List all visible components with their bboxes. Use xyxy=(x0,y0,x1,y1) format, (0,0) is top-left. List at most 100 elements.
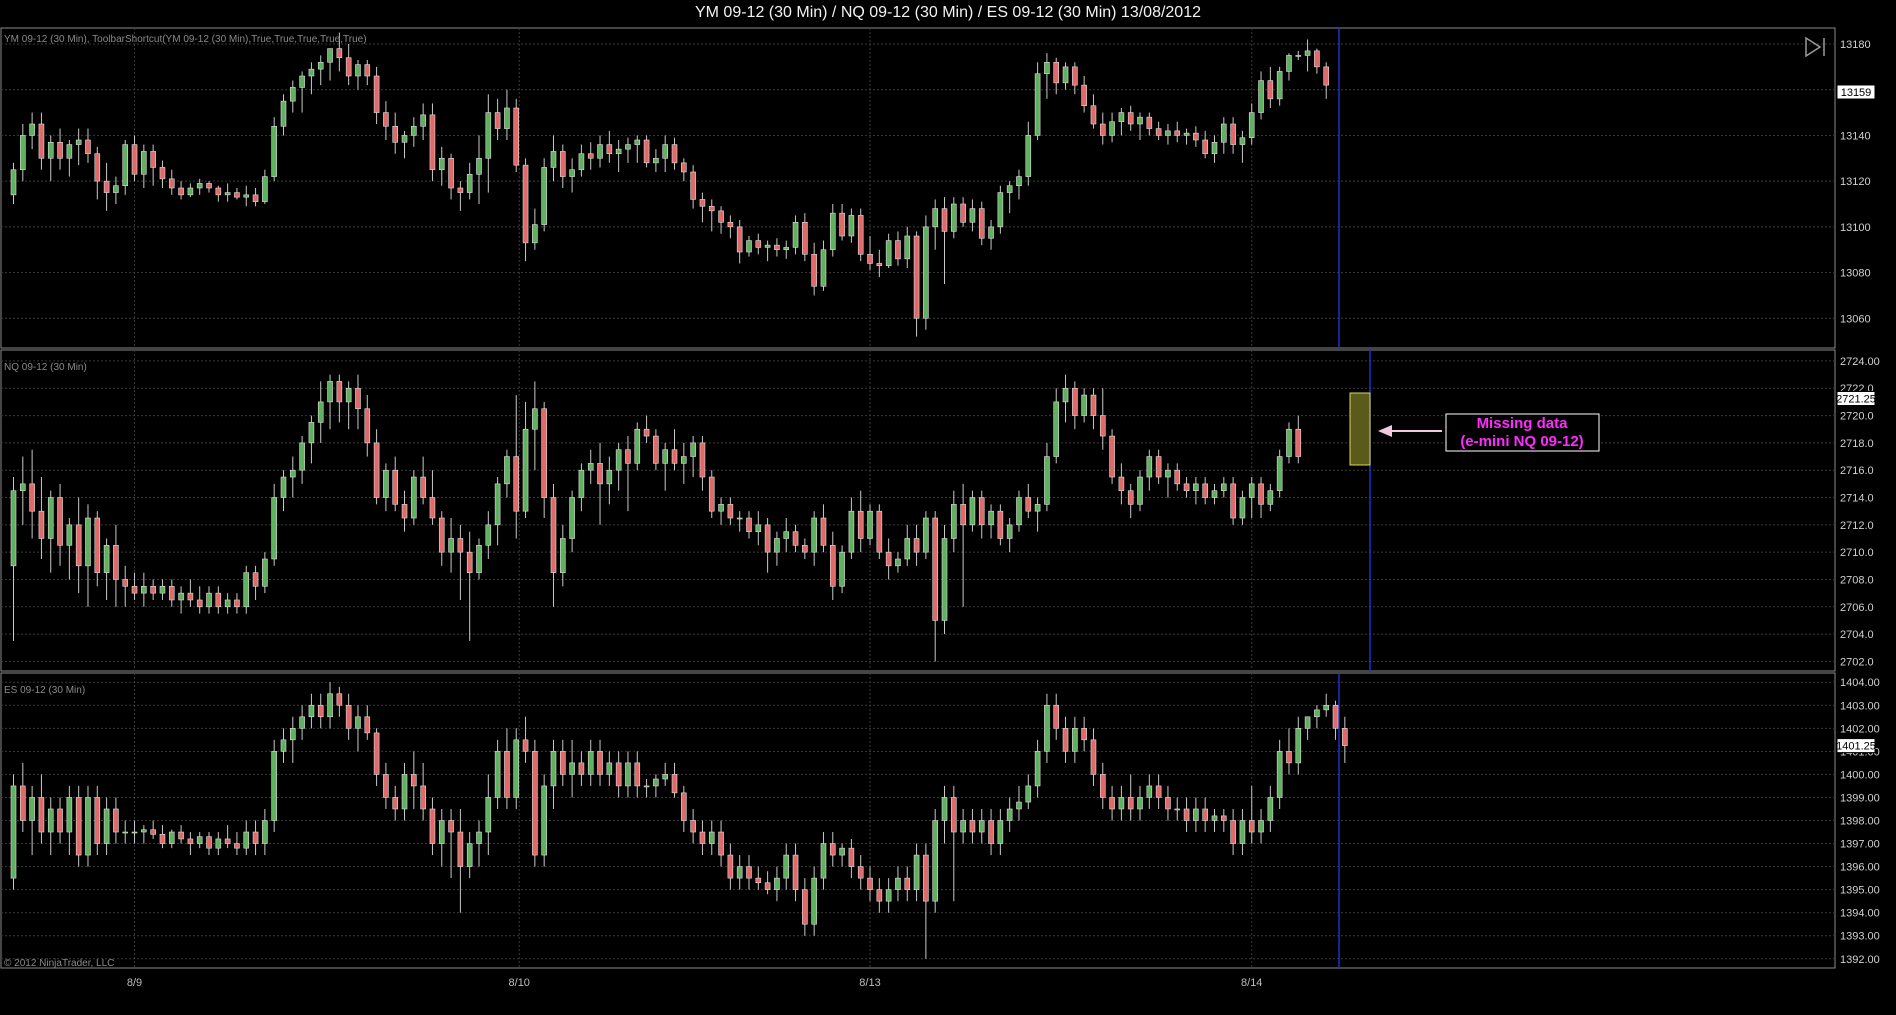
candle-1-111 xyxy=(1044,456,1050,505)
candle-0-79 xyxy=(746,240,752,253)
candle-2-16 xyxy=(159,834,166,844)
candle-1-16 xyxy=(159,586,166,594)
candle-0-5 xyxy=(57,141,63,159)
candle-0-126 xyxy=(1183,132,1190,136)
candle-2-84 xyxy=(792,854,799,890)
candle-0-39 xyxy=(373,75,380,113)
candle-0-136 xyxy=(1276,71,1283,100)
candle-2-4 xyxy=(47,808,54,833)
candle-1-87 xyxy=(820,517,827,546)
candle-1-32 xyxy=(308,422,315,444)
candle-0-44 xyxy=(420,114,426,127)
candle-0-23 xyxy=(224,192,231,196)
candle-2-39 xyxy=(373,732,380,775)
candle-1-116 xyxy=(1090,394,1097,416)
candle-2-103 xyxy=(969,820,976,833)
candle-0-56 xyxy=(532,224,538,244)
candle-0-134 xyxy=(1258,80,1264,113)
candle-1-76 xyxy=(718,504,724,512)
y-tick-label-2-2: 1394.00 xyxy=(1840,908,1880,920)
candle-2-127 xyxy=(1193,808,1199,821)
candle-1-61 xyxy=(578,469,585,498)
candle-1-109 xyxy=(1025,497,1032,512)
candle-1-130 xyxy=(1221,483,1227,491)
candle-1-95 xyxy=(895,558,901,567)
candle-2-79 xyxy=(746,866,752,879)
candle-0-97 xyxy=(913,235,920,319)
candle-2-21 xyxy=(206,836,212,849)
candle-0-25 xyxy=(243,194,250,198)
y-tick-label-1-11: 2724.00 xyxy=(1840,356,1880,368)
candle-1-6 xyxy=(66,524,73,546)
candle-0-15 xyxy=(150,151,156,168)
y-tick-label-2-3: 1395.00 xyxy=(1840,885,1880,897)
candle-0-138 xyxy=(1295,55,1302,57)
candle-1-63 xyxy=(597,463,603,485)
scroll-to-end-icon[interactable] xyxy=(1805,36,1825,58)
candle-1-26 xyxy=(252,572,259,587)
candle-2-82 xyxy=(774,877,780,890)
candle-0-30 xyxy=(289,87,296,102)
candle-0-119 xyxy=(1118,112,1125,123)
candle-1-13 xyxy=(131,586,138,594)
candle-1-72 xyxy=(681,456,687,464)
candle-0-14 xyxy=(141,151,147,175)
candle-0-116 xyxy=(1090,105,1097,125)
candle-0-115 xyxy=(1081,84,1087,107)
chart-canvas[interactable]: 8/9 8/10 8/13 8/14 13060 13080 13100 13120 13140… xyxy=(0,0,1896,1015)
candle-0-137 xyxy=(1286,55,1292,72)
candle-2-133 xyxy=(1248,820,1255,833)
candle-0-131 xyxy=(1230,123,1236,145)
candle-2-26 xyxy=(252,831,259,844)
candle-1-69 xyxy=(653,435,659,464)
candle-1-85 xyxy=(802,545,808,553)
candle-2-99 xyxy=(932,820,938,902)
callout-arrow-head xyxy=(1378,425,1392,437)
candle-0-127 xyxy=(1193,132,1199,141)
candle-0-58 xyxy=(550,151,557,168)
candle-2-63 xyxy=(597,751,603,775)
candle-2-2 xyxy=(29,797,35,821)
candle-0-125 xyxy=(1174,130,1181,136)
candle-1-22 xyxy=(215,592,222,608)
candle-0-129 xyxy=(1211,141,1218,155)
candle-2-70 xyxy=(662,774,669,780)
candle-1-122 xyxy=(1146,456,1153,478)
candle-1-42 xyxy=(401,504,408,519)
candle-2-17 xyxy=(168,831,175,844)
candle-0-52 xyxy=(494,112,501,129)
candle-1-80 xyxy=(755,524,762,532)
candle-1-132 xyxy=(1239,497,1246,519)
candle-2-142 xyxy=(1332,704,1339,729)
candle-2-115 xyxy=(1081,728,1087,741)
candle-1-114 xyxy=(1072,387,1078,416)
candle-0-141 xyxy=(1323,66,1330,86)
candle-0-49 xyxy=(466,173,473,193)
candle-0-107 xyxy=(1006,185,1013,193)
candle-0-62 xyxy=(587,153,594,159)
candle-1-7 xyxy=(75,524,82,567)
candle-1-3 xyxy=(38,510,45,539)
candle-1-100 xyxy=(941,538,948,621)
candle-1-84 xyxy=(792,531,799,546)
candle-2-97 xyxy=(913,854,920,890)
candle-1-102 xyxy=(960,504,966,526)
candle-2-57 xyxy=(541,785,547,856)
candle-2-128 xyxy=(1202,808,1208,821)
candle-2-24 xyxy=(234,843,240,849)
panel-label-es: ES 09-12 (30 Min) xyxy=(4,685,85,696)
candle-0-111 xyxy=(1044,61,1050,75)
candle-0-26 xyxy=(252,194,259,203)
candle-1-118 xyxy=(1109,435,1115,478)
candle-2-114 xyxy=(1072,728,1078,752)
candle-2-95 xyxy=(895,877,901,890)
candle-0-36 xyxy=(345,57,352,77)
candle-2-76 xyxy=(718,831,724,856)
last-price-label-1: 2721.25 xyxy=(1836,393,1876,405)
candle-2-29 xyxy=(280,739,287,752)
candle-2-6 xyxy=(66,797,73,833)
candle-1-89 xyxy=(839,551,845,587)
candle-0-78 xyxy=(736,226,743,253)
candle-0-94 xyxy=(885,240,892,267)
candle-1-44 xyxy=(420,476,426,498)
